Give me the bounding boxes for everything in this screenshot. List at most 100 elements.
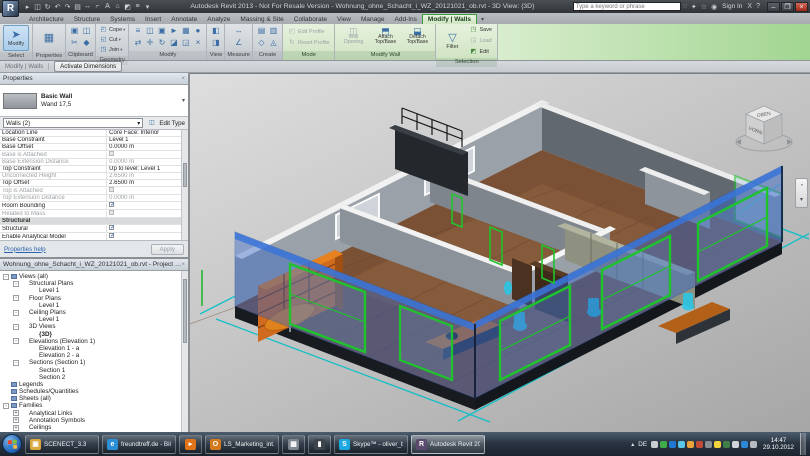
modify-button[interactable]: ➤ Modify (3, 25, 29, 51)
tree-item-analytical-links[interactable]: + Analytical Links (3, 410, 188, 417)
property-value[interactable]: 2.6500 m (107, 173, 188, 179)
property-value[interactable]: 2.6500 m (107, 180, 188, 186)
tree-item-ceiling-plans[interactable]: - Ceiling Plans (3, 309, 188, 316)
match-type-icon[interactable]: ◆ (81, 38, 92, 48)
tree-item-elevation-1-a[interactable]: Elevation 1 - a (3, 345, 188, 352)
sync-tray-icon[interactable] (696, 440, 704, 448)
create-parts-icon[interactable]: ◬ (268, 38, 279, 48)
save-selection-button[interactable]: ◳ Save (467, 25, 494, 35)
save-selection-icon[interactable]: ◳ (469, 25, 477, 35)
thin-lines-icon[interactable]: ≡ (133, 3, 142, 10)
open-icon[interactable]: ▸ (23, 3, 32, 11)
tree-item-level-1[interactable]: Level 1 (3, 302, 188, 309)
tree-item-elevations-elevation-1-[interactable]: - Elevations (Elevation 1) (3, 338, 188, 345)
tree-item-families[interactable]: - Families (3, 402, 188, 409)
cut-icon[interactable]: ✂ (69, 38, 80, 48)
property-checkbox[interactable] (109, 210, 115, 215)
property-checkbox[interactable] (109, 151, 115, 156)
tab-structure[interactable]: Structure (69, 15, 105, 24)
antivirus-icon[interactable] (660, 440, 668, 448)
copy-modify-icon[interactable]: ▣ (156, 26, 167, 36)
tab-add-ins[interactable]: Add-Ins (390, 15, 422, 24)
show-desktop-button[interactable] (800, 433, 806, 455)
cut-button[interactable]: ◱ Cut ▾ (99, 35, 125, 45)
power-icon[interactable] (750, 440, 758, 448)
safely-remove-icon[interactable] (651, 440, 659, 448)
paste-icon[interactable]: ▣ (69, 26, 80, 36)
tree-item-section-2[interactable]: Section 2 (3, 374, 188, 381)
tree-expander-icon[interactable]: + (13, 424, 19, 431)
view-hidden-icon[interactable]: ◧ (210, 26, 221, 36)
java-icon[interactable] (714, 440, 722, 448)
revit-logo-icon[interactable]: R (2, 0, 19, 17)
project-browser-close-icon[interactable]: × (181, 262, 185, 268)
restore-button[interactable]: ❐ (781, 1, 794, 12)
exchange-icon[interactable]: Χ (747, 3, 752, 10)
pin-icon[interactable]: ● (192, 26, 203, 36)
tab-insert[interactable]: Insert (140, 15, 166, 24)
network-icon[interactable] (741, 440, 749, 448)
sign-in-button[interactable]: Sign In (722, 3, 742, 10)
edit-selection-icon[interactable]: ◩ (469, 47, 477, 57)
text-icon[interactable]: A (103, 3, 112, 10)
tree-item-views-all-[interactable]: - Views (all) (3, 273, 188, 280)
tab-modify-walls[interactable]: Modify | Walls (421, 14, 478, 24)
selection-filter-dropdown[interactable]: Walls (2) ▾ (3, 118, 144, 128)
property-row[interactable]: Unconnected Height 2.6500 m (0, 173, 188, 180)
3d-model-view[interactable] (190, 74, 809, 432)
steering-wheel-icon[interactable]: ◔ (800, 183, 804, 189)
vpn-icon[interactable] (723, 440, 731, 448)
tree-item-ceilings[interactable]: + Ceilings (3, 424, 188, 431)
create-similar-icon[interactable]: ◇ (256, 38, 267, 48)
property-checkbox[interactable] (109, 225, 115, 231)
print-icon[interactable]: ▤ (73, 3, 82, 11)
tree-expander-icon[interactable]: - (13, 359, 19, 366)
property-row[interactable]: Top Extension Distance 0.0000 m (0, 195, 188, 202)
property-checkbox[interactable] (109, 187, 115, 192)
property-value[interactable] (107, 210, 188, 217)
reset-profile-icon[interactable]: ↻ (288, 38, 296, 48)
property-value[interactable]: 0.0000 m (107, 144, 188, 150)
update-icon[interactable] (687, 440, 695, 448)
property-row[interactable]: Related to Mass (0, 210, 188, 218)
property-value[interactable] (107, 233, 188, 240)
tree-item-floor-plans[interactable]: - Floor Plans (3, 295, 188, 302)
tree-item-level-1[interactable]: Level 1 (3, 316, 188, 323)
taskbar-button-internet-explorer-icon[interactable]: e freundtreff.de - Bil... (102, 434, 176, 454)
view-graphics-icon[interactable]: ◨ (210, 38, 221, 48)
tab-systems[interactable]: Systems (105, 15, 140, 24)
tree-item-section-1[interactable]: Section 1 (3, 366, 188, 374)
start-button[interactable] (2, 434, 22, 454)
taskbar-clock[interactable]: 14:47 29.10.2012 (759, 437, 798, 451)
ribbon-display-toggle-icon[interactable]: ▾ (477, 15, 488, 24)
browser-scrollbar[interactable] (181, 271, 188, 432)
tab-view[interactable]: View (332, 15, 356, 24)
tree-item-structural-plans[interactable]: - Structural Plans (3, 280, 188, 287)
search-icon[interactable]: ◌ (683, 3, 687, 10)
tree-item--3d-[interactable]: {3D} (3, 331, 188, 338)
tree-expander-icon[interactable]: - (13, 338, 19, 345)
minimize-button[interactable]: – (767, 1, 780, 12)
help-icon[interactable]: ? (756, 3, 760, 10)
property-checkbox[interactable] (109, 233, 115, 239)
property-row[interactable]: Top Constraint Up to level: Level 1 (0, 166, 188, 173)
navigation-bar[interactable]: ◔ ▾ (795, 178, 808, 208)
property-row[interactable]: Room Bounding (0, 202, 188, 210)
keyboard-layout[interactable]: DE (636, 441, 649, 448)
favorites-star-icon[interactable]: ☆ (701, 3, 707, 11)
redo-icon[interactable]: ↷ (63, 3, 72, 11)
edit-selection-button[interactable]: ◩ Edit (467, 47, 494, 57)
tree-expander-icon[interactable]: - (13, 280, 19, 287)
offset-icon[interactable]: ⇄ (132, 38, 143, 48)
property-value[interactable]: 0.0000 m (107, 195, 188, 201)
property-value[interactable]: 0.0000 m (107, 159, 188, 165)
tree-item-sections-section-1-[interactable]: - Sections (Section 1) (3, 359, 188, 366)
bluetooth-icon[interactable] (669, 440, 677, 448)
messenger-icon[interactable] (678, 440, 686, 448)
wall-opening-button[interactable]: ◫ Wall Opening (338, 27, 368, 46)
property-value[interactable] (107, 187, 188, 194)
viewcube[interactable]: OBEN VORN (732, 100, 796, 158)
apply-button[interactable]: Apply (150, 243, 184, 255)
tab-collaborate[interactable]: Collaborate (289, 15, 332, 24)
property-row[interactable]: Base Constraint Level 1 (0, 137, 188, 144)
